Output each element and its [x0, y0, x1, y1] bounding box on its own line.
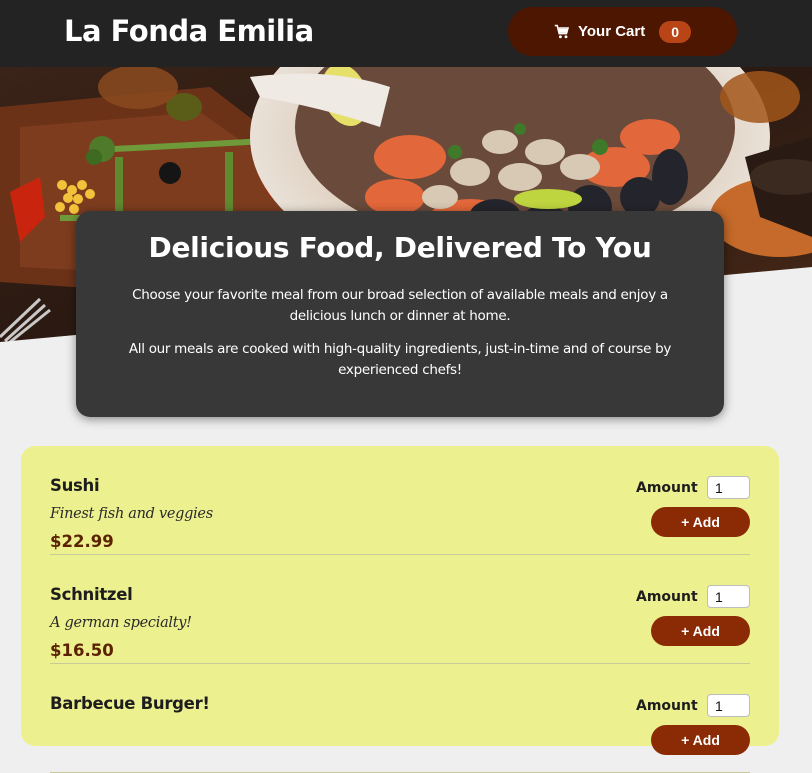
amount-input[interactable] [707, 476, 750, 499]
add-to-cart-button[interactable]: + Add [651, 725, 750, 755]
amount-input[interactable] [707, 585, 750, 608]
meal-name: Schnitzel [50, 585, 133, 604]
meal-name: Sushi [50, 476, 100, 495]
meal-item: Sushi Finest fish and veggies $22.99 Amo… [50, 446, 750, 555]
add-to-cart-button[interactable]: + Add [651, 507, 750, 537]
amount-input[interactable] [707, 694, 750, 717]
amount-label: Amount [636, 480, 698, 496]
app-title: La Fonda Emilia [64, 14, 314, 48]
app-header: La Fonda Emilia Your Cart 0 [0, 0, 812, 67]
amount-label: Amount [636, 589, 698, 605]
summary-heading: Delicious Food, Delivered To You [148, 231, 652, 264]
cart-count-badge: 0 [659, 20, 692, 43]
meal-price: $16.50 [50, 641, 114, 660]
add-to-cart-button[interactable]: + Add [651, 616, 750, 646]
meal-item: Barbecue Burger! Amount + Add [50, 664, 750, 773]
summary-paragraph-1: Choose your favorite meal from our broad… [132, 287, 668, 324]
summary-card: Delicious Food, Delivered To You Choose … [76, 211, 724, 417]
cart-label: Your Cart [577, 23, 646, 40]
meal-name: Barbecue Burger! [50, 694, 210, 713]
amount-label: Amount [636, 698, 698, 714]
meal-description: Finest fish and veggies [50, 506, 213, 522]
summary-paragraph-2: All our meals are cooked with high-quali… [128, 341, 672, 378]
cart-button[interactable]: Your Cart 0 [508, 7, 737, 56]
meal-item: Schnitzel A german specialty! $16.50 Amo… [50, 555, 750, 664]
meal-description: A german specialty! [50, 615, 192, 631]
shopping-cart-icon [554, 24, 570, 40]
meal-price: $22.99 [50, 532, 114, 551]
meals-list: Sushi Finest fish and veggies $22.99 Amo… [21, 446, 779, 773]
